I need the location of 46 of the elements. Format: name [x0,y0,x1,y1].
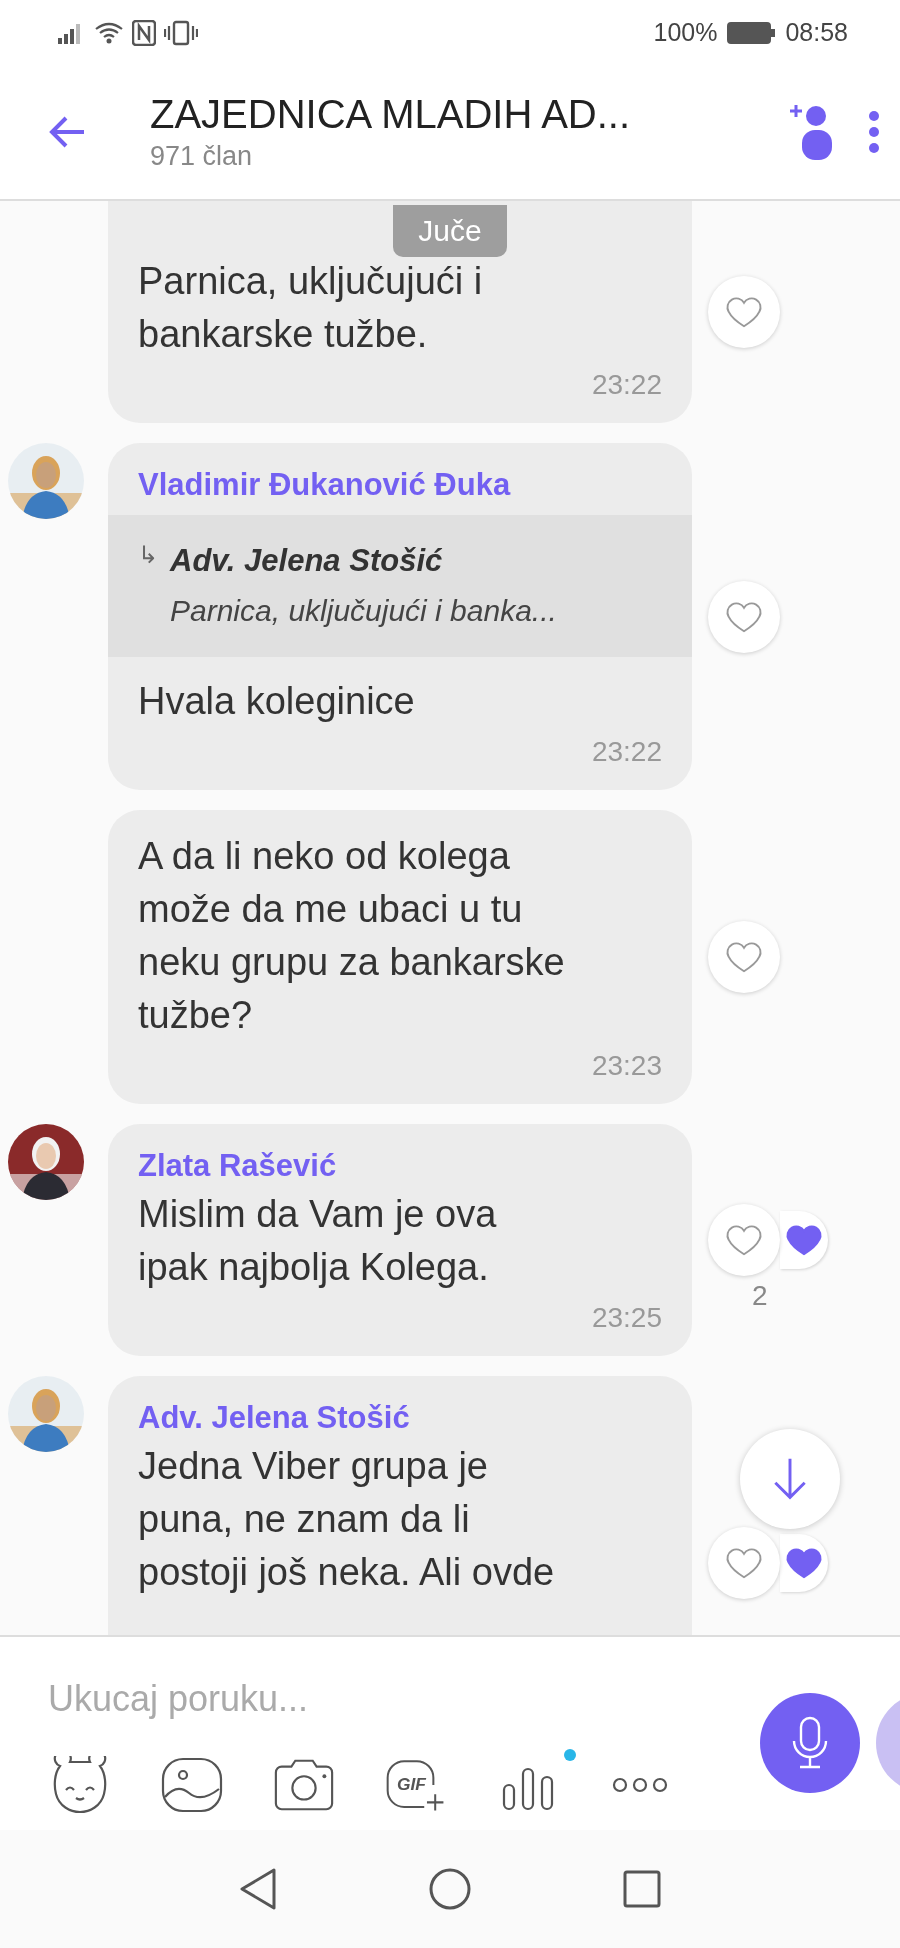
wifi-icon [94,20,124,45]
home-circle-icon [428,1867,472,1911]
clock: 08:58 [785,18,848,47]
member-count: 971 član [150,141,254,172]
recents-nav-button[interactable] [622,1869,662,1909]
sender-name: Vladimir Đukanović Đuka [137,466,512,504]
triangle-back-icon [238,1867,278,1911]
quoted-message[interactable]: ↳ Adv. Jelena Stošić Parnica, uključujući i banka... [108,515,692,657]
like-button[interactable] [708,580,780,653]
square-recents-icon [622,1869,662,1909]
like-button[interactable] [708,1204,780,1276]
like-button[interactable] [708,276,780,348]
battery-percent: 100% [653,18,718,47]
chat-title: ZAJEDNICA MLADIH AD... [150,92,632,137]
message-time: 23:22 [591,735,662,769]
more-menu-icon[interactable] [868,110,880,154]
quoted-sender: Adv. Jelena Stošić [170,542,444,580]
message-text: Parnica, uključujući i bankarske tužbe. [137,259,484,357]
message-time: 23:23 [591,1049,662,1083]
like-button[interactable] [708,1526,780,1599]
like-button[interactable] [708,921,780,993]
message-text: Jedna Viber grupa je puna, ne znam da li postoji još neka. Ali ovde [137,1444,556,1595]
gif-button[interactable]: GIF [384,1755,448,1815]
nfc-icon [132,19,156,46]
reaction-chip[interactable] [780,1211,828,1269]
message-text: Mislim da Vam je ova ipak najbolja Kolega. [137,1192,498,1290]
back-nav-button[interactable] [238,1867,278,1911]
reaction-count: 2 [752,1280,768,1312]
battery-icon [727,21,776,44]
message-text: A da li neko od kolega može da me ubaci u tu neku grupu za bankarske tužbe? [137,834,566,1038]
message-time: 23:22 [591,368,662,402]
sender-name: Adv. Jelena Stošić [137,1399,411,1437]
message-time: 23:25 [591,1301,662,1335]
sender-name: Zlata Rašević [137,1147,338,1185]
quoted-text: Parnica, uključujući i banka... [170,593,557,629]
gallery-button[interactable] [160,1755,224,1815]
home-nav-button[interactable] [428,1867,472,1911]
image-icon [161,1757,223,1813]
reply-arrow-icon: ↳ [138,541,158,631]
microphone-icon [790,1715,830,1771]
vibrate-icon [164,19,198,46]
message-input[interactable]: Ukucaj poruku... [48,1667,708,1731]
message-text: Hvala koleginice [137,679,416,724]
more-icon [612,1776,668,1794]
date-chip: Juče [393,205,507,257]
reaction-chip[interactable] [780,1533,828,1592]
